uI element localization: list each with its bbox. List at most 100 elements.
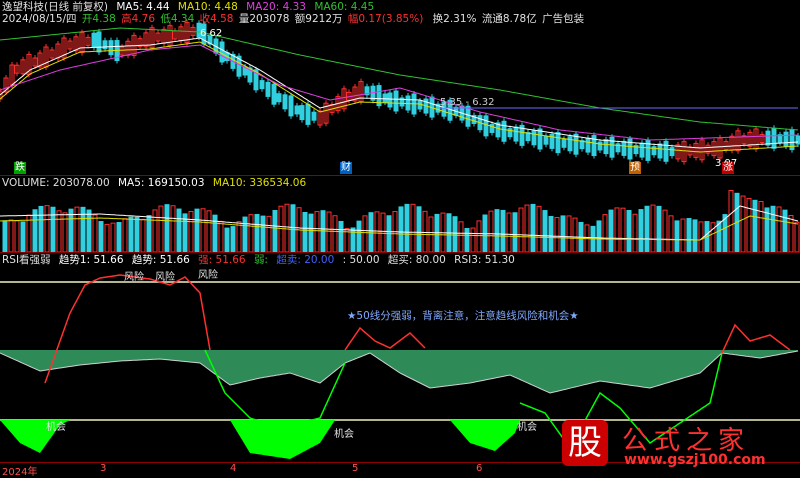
- axis-label: 3: [100, 463, 107, 474]
- volume-bar: [188, 210, 194, 252]
- ma20-value: MA20: 4.33: [246, 1, 306, 13]
- risk-label: 风险: [155, 272, 175, 283]
- candle-body: [102, 40, 108, 50]
- candle-body: [513, 126, 519, 142]
- range-price-mark: 5.35 - 6.32: [440, 97, 495, 108]
- volume-title: VOLUME: 203078.00: [2, 177, 110, 189]
- volume-bar: [380, 212, 386, 252]
- volume-bar: [404, 203, 410, 252]
- volume-bar: [260, 215, 266, 252]
- volume-bar: [242, 216, 248, 252]
- volume-bar: [458, 221, 464, 252]
- volume-bar: [644, 205, 650, 252]
- rsi-trend1: 趋势1: 51.66: [58, 254, 124, 266]
- candle-body: [585, 137, 591, 153]
- candle-body: [276, 93, 282, 103]
- price-panel[interactable]: 逸望科技(日线 前复权) MA5: 4.44 MA10: 4.48 MA20: …: [0, 0, 800, 175]
- volume-bar: [758, 201, 764, 252]
- candle-body: [537, 128, 543, 150]
- strategy-note: ★50线分强弱，背离注意，注意趋线风险和机会★: [347, 310, 579, 322]
- volume-bar: [686, 218, 692, 252]
- candle-body: [393, 90, 399, 112]
- price-header-row1: 逸望科技(日线 前复权) MA5: 4.44 MA10: 4.48 MA20: …: [2, 1, 379, 13]
- tag-finance[interactable]: 财: [340, 162, 352, 174]
- open-value: 开4.38: [81, 13, 116, 25]
- candle-body: [783, 131, 789, 147]
- rsi-mid: : 50.00: [342, 254, 380, 266]
- volume-bar: [740, 195, 746, 252]
- volume-bar: [68, 208, 74, 252]
- tag-forecast[interactable]: 预: [629, 162, 641, 174]
- volume-bar: [56, 210, 62, 252]
- price-header-row2: 2024/08/15/四 开4.38 高4.76 低4.34 收4.58 量20…: [2, 13, 589, 25]
- volume-bar: [122, 218, 128, 252]
- volume-bar: [506, 212, 512, 252]
- close-value: 收4.58: [199, 13, 234, 25]
- candle-body: [96, 31, 102, 53]
- tag-fall[interactable]: 跌: [14, 162, 26, 174]
- candle-body: [573, 133, 579, 155]
- candle-body: [271, 83, 277, 105]
- rsi-trend: 趋势: 51.66: [131, 254, 190, 266]
- rsi-title: RSI看强弱: [2, 254, 51, 266]
- volume-bar: [104, 223, 110, 252]
- candle-body: [657, 143, 663, 159]
- volume-bar: [548, 215, 554, 252]
- volume-bar: [206, 210, 212, 252]
- volume-bar: [194, 208, 200, 252]
- volume-bar: [374, 211, 380, 252]
- float-value: 流通8.78亿: [481, 13, 537, 25]
- ma5-value: MA5: 4.44: [116, 1, 170, 13]
- volume-bar: [272, 210, 278, 252]
- volume-bar: [566, 215, 572, 252]
- volume-bar: [74, 206, 80, 252]
- candle-body: [531, 130, 537, 146]
- chance-label: 机会: [46, 422, 66, 433]
- volume-bar: [146, 215, 152, 252]
- volume-bar: [422, 210, 428, 252]
- volume-bar: [596, 220, 602, 252]
- volume-bar: [164, 204, 170, 252]
- candle-body: [282, 94, 288, 110]
- rsi-oversold-fill: [230, 420, 335, 459]
- volume-panel[interactable]: VOLUME: 203078.00 MA5: 169150.03 MA10: 3…: [0, 176, 800, 252]
- axis-label: 5: [352, 463, 359, 474]
- candle-body: [91, 32, 97, 48]
- volume-bar: [692, 219, 698, 252]
- axis-label: 2024年: [2, 467, 38, 478]
- risk-label: 风险: [198, 270, 218, 281]
- volume-bar: [716, 220, 722, 252]
- candlestick-chart[interactable]: [0, 0, 800, 175]
- volume-bar: [158, 205, 164, 252]
- candle-body: [621, 140, 627, 156]
- turnover-value: 换2.31%: [432, 13, 477, 25]
- candle-body: [259, 80, 265, 90]
- volume-bar: [452, 216, 458, 252]
- chance-label: 机会: [517, 422, 537, 433]
- volume-bar: [698, 221, 704, 252]
- volume-bar: [284, 203, 290, 252]
- volume-bar: [50, 206, 56, 252]
- volume-bar: [44, 205, 50, 252]
- candle-body: [555, 132, 561, 154]
- candle-body: [288, 95, 294, 117]
- rsi-strong-line: [721, 323, 791, 354]
- candle-body: [108, 40, 114, 56]
- tag-rise[interactable]: 涨: [722, 162, 734, 174]
- volume-bar: [752, 199, 758, 252]
- vol-ma10-value: MA10: 336534.06: [212, 177, 307, 189]
- candle-body: [639, 142, 645, 158]
- volume-bar: [746, 197, 752, 252]
- volume-bar: [770, 205, 776, 252]
- volume-bar: [254, 213, 260, 252]
- logo-icon: 股: [562, 420, 608, 466]
- volume-bar: [794, 221, 800, 252]
- candle-body: [382, 93, 388, 103]
- rsi-oversold: 超卖: 20.00: [276, 254, 335, 266]
- candle-body: [483, 115, 489, 137]
- volume-bar: [560, 215, 566, 252]
- candle-body: [765, 130, 771, 146]
- candle-body: [561, 138, 567, 148]
- candle-body: [663, 140, 669, 162]
- volume-bar: [608, 209, 614, 252]
